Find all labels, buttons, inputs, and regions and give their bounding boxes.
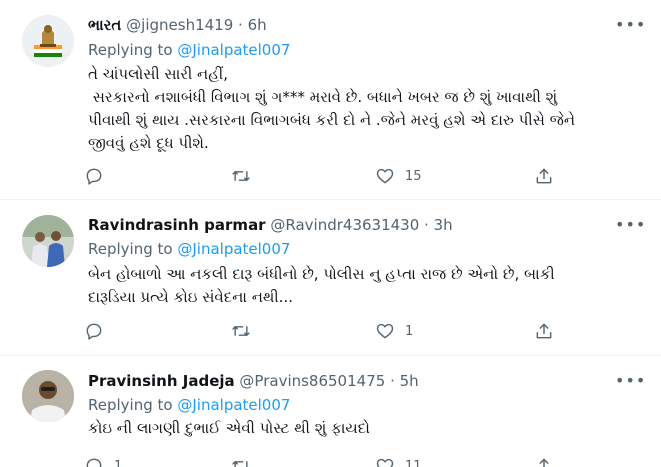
author-name[interactable]: ભારત — [88, 16, 121, 34]
mention-link[interactable]: @Jinalpatel007 — [177, 41, 290, 59]
replying-to: Replying to @Jinalpatel007 — [88, 395, 290, 415]
tweet-time[interactable]: 6h — [248, 16, 267, 34]
emblem-avatar-icon — [22, 15, 74, 67]
author-handle[interactable]: @Pravins86501475 — [239, 372, 385, 390]
action-bar: 1 11 — [84, 455, 564, 467]
like-count: 11 — [405, 458, 422, 467]
retweet-button[interactable] — [231, 455, 261, 467]
share-icon — [537, 458, 551, 467]
like-count: 1 — [405, 323, 414, 339]
reply-button[interactable]: 1 — [84, 455, 122, 467]
retweet-icon — [232, 326, 250, 336]
replying-to: Replying to @Jinalpatel007 — [88, 40, 290, 60]
tweet-3[interactable]: Pravinsinh Jadeja @Pravins86501475 · 5h … — [0, 356, 661, 467]
tweet-header: Ravindrasinh parmar @Ravindr43631430 · 3… — [88, 215, 453, 235]
reply-button[interactable] — [84, 165, 114, 187]
tweet-time[interactable]: 5h — [400, 372, 419, 390]
reply-icon — [86, 458, 102, 467]
like-count: 15 — [405, 168, 422, 184]
two-people-avatar-icon — [22, 215, 74, 267]
share-icon — [536, 168, 552, 184]
author-handle[interactable]: @jignesh1419 — [126, 16, 233, 34]
share-button[interactable] — [534, 455, 554, 467]
author-name[interactable]: Pravinsinh Jadeja — [88, 372, 235, 390]
retweet-button[interactable] — [231, 320, 261, 342]
retweet-icon — [232, 461, 248, 467]
like-button[interactable]: 15 — [375, 165, 422, 187]
share-button[interactable] — [534, 165, 554, 187]
replying-label: Replying to — [88, 240, 173, 258]
more-options-icon[interactable]: ••• — [615, 17, 645, 38]
share-icon — [536, 323, 552, 339]
heart-icon — [376, 323, 394, 339]
reply-count: 1 — [114, 458, 123, 467]
avatar[interactable] — [22, 370, 74, 422]
tweet-header: ભારત @jignesh1419 · 6h — [88, 15, 267, 35]
tweet-1[interactable]: ભારત @jignesh1419 · 6h ••• Replying to @… — [0, 0, 661, 200]
avatar[interactable] — [22, 215, 74, 267]
retweet-button[interactable] — [231, 165, 261, 187]
avatar[interactable] — [22, 15, 74, 67]
separator-dot: · — [238, 16, 243, 34]
tweet-text: કોઇ ની લાગણી દુભાઈ એવી પોસ્ટ થી શું ફાયદ… — [88, 419, 370, 437]
replying-to: Replying to @Jinalpatel007 — [88, 239, 290, 259]
like-button[interactable]: 1 — [375, 320, 413, 342]
action-bar: 15 — [84, 165, 564, 187]
heart-icon — [376, 168, 394, 184]
tweet-text: બેન હોબાળો આ નકલી દારૂ બંધીનો છે, પોલીસ … — [88, 265, 555, 306]
retweet-icon — [232, 171, 250, 181]
mention-link[interactable]: @Jinalpatel007 — [177, 396, 290, 414]
tweet-header: Pravinsinh Jadeja @Pravins86501475 · 5h — [88, 371, 419, 391]
tweet-text: તે ચાંપલોસી સારી નહીં, સરકારનો નશાબંધી વ… — [88, 65, 575, 152]
heart-icon — [376, 458, 394, 467]
man-portrait-avatar-icon — [22, 370, 74, 422]
more-options-icon[interactable]: ••• — [615, 373, 645, 394]
mention-link[interactable]: @Jinalpatel007 — [177, 240, 290, 258]
share-button[interactable] — [534, 320, 554, 342]
reply-button[interactable] — [84, 320, 114, 342]
like-button[interactable]: 11 — [375, 455, 422, 467]
replying-label: Replying to — [88, 396, 173, 414]
reply-icon — [86, 168, 102, 185]
action-bar: 1 — [84, 320, 564, 342]
tweet-2[interactable]: Ravindrasinh parmar @Ravindr43631430 · 3… — [0, 200, 661, 356]
reply-icon — [86, 323, 102, 340]
separator-dot: · — [390, 372, 395, 390]
more-options-icon[interactable]: ••• — [615, 217, 645, 238]
author-name[interactable]: Ravindrasinh parmar — [88, 216, 266, 234]
replying-label: Replying to — [88, 41, 173, 59]
separator-dot: · — [424, 216, 429, 234]
author-handle[interactable]: @Ravindr43631430 — [270, 216, 419, 234]
tweet-time[interactable]: 3h — [434, 216, 453, 234]
